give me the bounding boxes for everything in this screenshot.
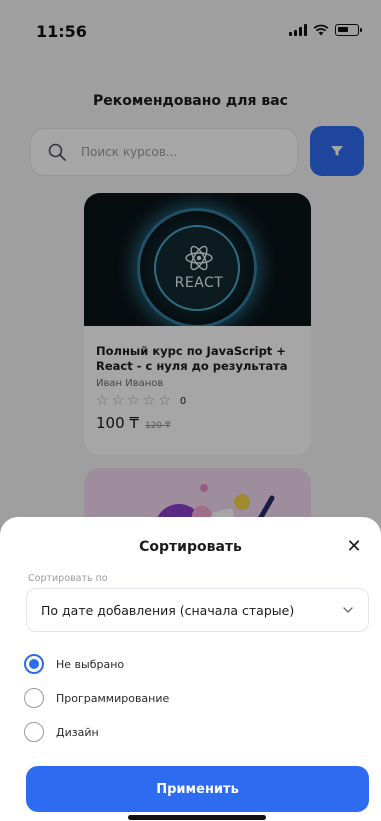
radio-label: Дизайн bbox=[56, 725, 99, 739]
apply-button[interactable]: Применить bbox=[26, 766, 369, 812]
close-icon: ✕ bbox=[346, 535, 362, 557]
home-indicator bbox=[128, 815, 266, 820]
radio-option-design[interactable]: Дизайн bbox=[24, 722, 99, 742]
sort-select[interactable]: По дате добавления (сначала старые) bbox=[26, 588, 369, 632]
sort-label: Сортировать по bbox=[28, 573, 108, 584]
radio-button[interactable] bbox=[24, 722, 44, 742]
radio-label: Не выбрано bbox=[56, 657, 125, 671]
close-button[interactable]: ✕ bbox=[343, 535, 365, 557]
sheet-title: Сортировать bbox=[139, 539, 242, 555]
radio-label: Программирование bbox=[56, 691, 170, 705]
radio-button[interactable] bbox=[24, 688, 44, 708]
sort-bottom-sheet: Сортировать ✕ Сортировать по По дате доб… bbox=[0, 517, 381, 821]
radio-option-programming[interactable]: Программирование bbox=[24, 688, 169, 708]
radio-option-none[interactable]: Не выбрано bbox=[24, 654, 124, 674]
radio-button[interactable] bbox=[24, 654, 44, 674]
sort-value: По дате добавления (сначала старые) bbox=[41, 602, 295, 618]
chevron-down-icon bbox=[343, 607, 353, 613]
